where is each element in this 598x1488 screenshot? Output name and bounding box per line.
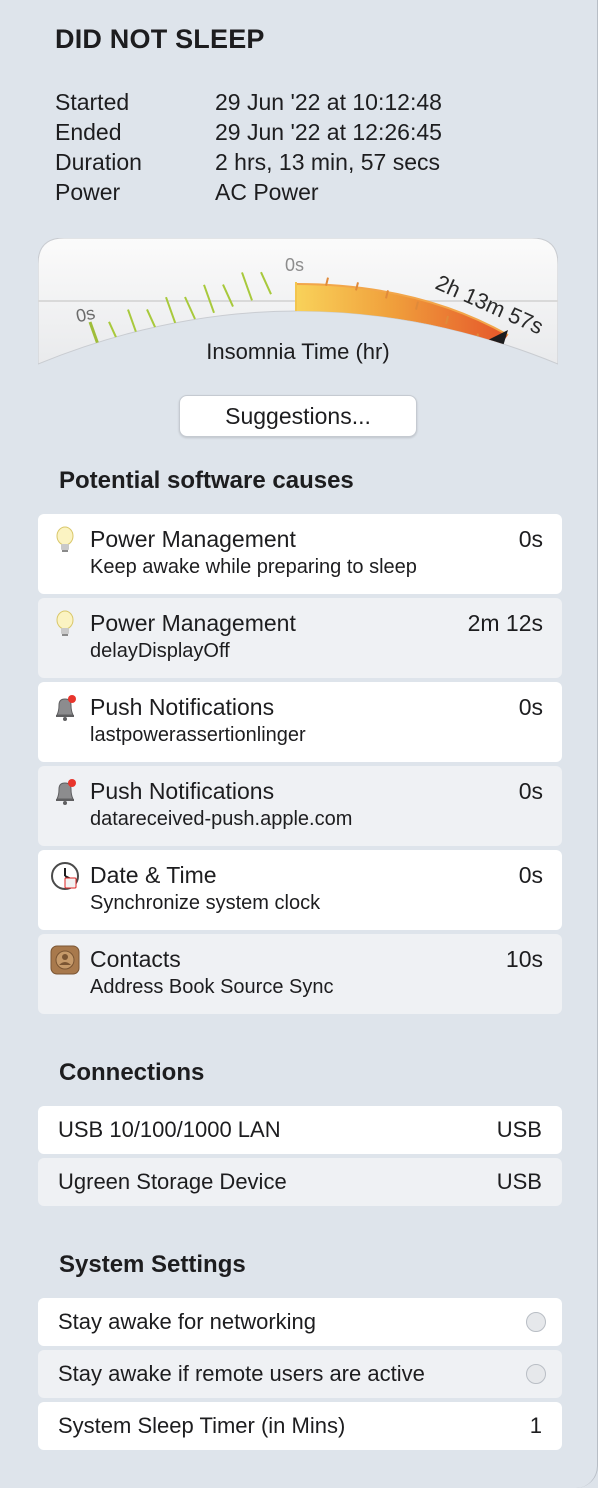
gauge-left-label: 0s: [74, 303, 97, 327]
networking-radio[interactable]: [526, 1312, 546, 1332]
setting-row-sleep-timer: System Sleep Timer (in Mins) 1: [38, 1402, 562, 1450]
info-row-duration: Duration 2 hrs, 13 min, 57 secs: [55, 147, 442, 177]
bell-icon: [50, 777, 80, 807]
remote-users-radio[interactable]: [526, 1364, 546, 1384]
info-label: Started: [55, 89, 130, 115]
suggestions-button[interactable]: Suggestions...: [179, 395, 417, 437]
info-value: 29 Jun '22 at 12:26:45: [215, 119, 442, 145]
lightbulb-icon: [50, 609, 80, 639]
cause-detail: Keep awake while preparing to sleep: [90, 556, 417, 578]
clock-icon: [50, 861, 80, 891]
cause-row[interactable]: Push Notifications lastpowerassertionlin…: [38, 682, 562, 762]
cause-time: 0s: [518, 862, 543, 888]
cause-name: Date & Time: [90, 862, 217, 888]
cause-detail: delayDisplayOff: [90, 640, 230, 662]
cause-name: Contacts: [90, 946, 181, 972]
cause-name: Push Notifications: [90, 778, 275, 804]
info-row-ended: Ended 29 Jun '22 at 12:26:45: [55, 117, 442, 147]
setting-row-networking: Stay awake for networking: [38, 1298, 562, 1346]
connection-name: Ugreen Storage Device: [58, 1169, 287, 1194]
causes-heading: Potential software causes: [59, 467, 354, 494]
connections-list: USB 10/100/1000 LAN USB Ugreen Storage D…: [38, 1106, 562, 1210]
session-info: Started 29 Jun '22 at 10:12:48 Ended 29 …: [55, 87, 442, 207]
info-label: Power: [55, 179, 121, 205]
bell-icon: [50, 693, 80, 723]
connections-heading: Connections: [59, 1059, 205, 1086]
cause-time: 0s: [518, 526, 543, 552]
cause-row[interactable]: Power Management Keep awake while prepar…: [38, 514, 562, 594]
cause-row[interactable]: Date & Time Synchronize system clock 0s: [38, 850, 562, 930]
info-value: 2 hrs, 13 min, 57 secs: [215, 149, 440, 175]
cause-time: 0s: [518, 694, 543, 720]
info-value: 29 Jun '22 at 10:12:48: [215, 89, 442, 115]
gauge-graphic: 0s 0s 2h 13m 57s Insomnia Time (hr): [38, 238, 558, 365]
cause-time: 10s: [505, 946, 543, 972]
settings-list: Stay awake for networking Stay awake if …: [38, 1298, 562, 1454]
setting-name: System Sleep Timer (in Mins): [58, 1413, 346, 1438]
info-label: Duration: [55, 149, 142, 175]
causes-list: Power Management Keep awake while prepar…: [38, 514, 562, 1018]
settings-heading: System Settings: [59, 1251, 246, 1278]
page-title: DID NOT SLEEP: [55, 24, 265, 54]
setting-name: Stay awake for networking: [58, 1309, 317, 1334]
setting-name: Stay awake if remote users are active: [58, 1361, 425, 1386]
cause-name: Push Notifications: [90, 694, 275, 720]
cause-detail: Address Book Source Sync: [90, 976, 334, 998]
gauge-top-label: 0s: [285, 255, 304, 275]
cause-detail: Synchronize system clock: [90, 892, 321, 914]
info-row-started: Started 29 Jun '22 at 10:12:48: [55, 87, 442, 117]
info-row-power: Power AC Power: [55, 177, 442, 207]
cause-row[interactable]: Contacts Address Book Source Sync 10s: [38, 934, 562, 1014]
connection-type: USB: [496, 1169, 542, 1194]
sleep-timer-value: 1: [529, 1413, 542, 1438]
connection-row[interactable]: Ugreen Storage Device USB: [38, 1158, 562, 1206]
cause-time: 2m 12s: [467, 610, 543, 636]
gauge-caption: Insomnia Time (hr): [206, 339, 389, 364]
insomnia-gauge: 0s 0s 2h 13m 57s Insomnia Time (hr): [38, 238, 558, 368]
connection-row[interactable]: USB 10/100/1000 LAN USB: [38, 1106, 562, 1154]
contacts-icon: [50, 945, 80, 975]
setting-row-remote-users: Stay awake if remote users are active: [38, 1350, 562, 1398]
cause-detail: lastpowerassertionlinger: [90, 724, 306, 746]
cause-row[interactable]: Power Management delayDisplayOff 2m 12s: [38, 598, 562, 678]
lightbulb-icon: [50, 525, 80, 555]
cause-time: 0s: [518, 778, 543, 804]
cause-row[interactable]: Push Notifications datareceived-push.app…: [38, 766, 562, 846]
cause-detail: datareceived-push.apple.com: [90, 808, 353, 830]
cause-name: Power Management: [90, 526, 296, 552]
connection-name: USB 10/100/1000 LAN: [58, 1117, 281, 1142]
connection-type: USB: [496, 1117, 542, 1142]
info-label: Ended: [55, 119, 122, 145]
info-value: AC Power: [215, 179, 319, 205]
report-panel: DID NOT SLEEP Started 29 Jun '22 at 10:1…: [0, 0, 598, 1488]
cause-name: Power Management: [90, 610, 296, 636]
